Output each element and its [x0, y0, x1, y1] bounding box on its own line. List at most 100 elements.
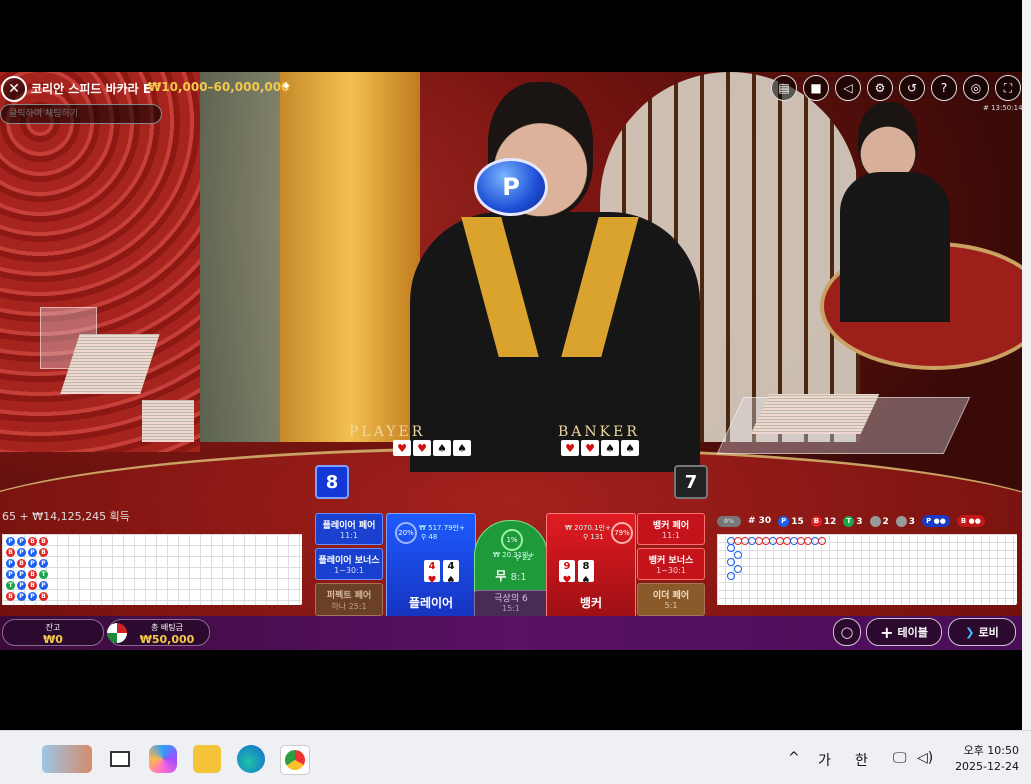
video-icon[interactable]: ■ [803, 75, 829, 101]
player-pair-bet[interactable]: 플레이어 페어 11:1 [315, 513, 383, 545]
chip-stack-button[interactable]: ◯ [833, 618, 861, 646]
bead-cell: P [28, 548, 37, 557]
table-card: ♠ [601, 440, 619, 456]
big-road[interactable] [717, 534, 1017, 605]
bead-cell: P [17, 570, 26, 579]
bead-road[interactable]: PBPPTBPPBPPPBPPBBPBBPTPB [2, 534, 302, 605]
table-card: ♥ [413, 440, 431, 456]
banker-card-1: 9 ♥ [559, 560, 575, 586]
table-card: ♠ [453, 440, 471, 456]
tie-wins: T3 [843, 515, 863, 527]
either-pair-bet[interactable]: 이더 페어 5:1 [637, 583, 705, 616]
wall-panel-gold [280, 72, 420, 442]
edge-icon[interactable] [237, 745, 265, 773]
perfect-pair-bet[interactable]: 퍼펙트 페어 하나 25:1 [315, 583, 383, 616]
network-icon[interactable]: 🖵 [893, 750, 907, 766]
bead-cell: B [39, 537, 48, 546]
stats-toggle[interactable]: 0% [717, 515, 741, 527]
file-explorer-icon[interactable] [193, 745, 221, 773]
either-pair-odds: 5:1 [664, 601, 678, 610]
tie-count: ⚲ 22 [515, 554, 532, 562]
banker-table-label: BANKER [558, 424, 640, 440]
toolbar: ▤ ■ ◁ ⚙ ↺ ? ◎ ⛶ [771, 75, 1021, 101]
either-pair-label: 이더 페어 [652, 591, 690, 601]
table-card: ♥ [561, 440, 579, 456]
banker-bonus-label: 뱅커 보너스 [648, 556, 694, 566]
chrome-icon[interactable] [280, 745, 310, 775]
balance-value: ₩0 [43, 633, 63, 646]
chip-icon [107, 623, 127, 643]
copilot-icon[interactable] [149, 745, 177, 773]
bead-cell: B [28, 581, 37, 590]
banker-dot-icon: B [810, 515, 822, 527]
dealer [410, 82, 700, 472]
player-bonus-label: 플레이어 보너스 [318, 556, 380, 566]
history-icon[interactable]: ↺ [899, 75, 925, 101]
banker-pair-odds: 11:1 [662, 531, 680, 540]
bead-cell: T [6, 581, 15, 590]
player-pair-odds: 11:1 [340, 531, 358, 540]
banker-bonus-bet[interactable]: 뱅커 보너스 1~30:1 [637, 548, 705, 580]
player-amount: ₩ 517.79만+ [419, 524, 465, 532]
total-bet-label: 총 배팅금 [151, 623, 183, 632]
bead-cell: B [39, 548, 48, 557]
sound-icon[interactable]: ◁ [835, 75, 861, 101]
banker-count: ⚲ 131 [583, 533, 604, 541]
table-card: ♥ [581, 440, 599, 456]
player-wins: P 15 [778, 515, 804, 527]
banker-wins: B 12 [810, 515, 836, 527]
tie-dot-icon: T [843, 515, 855, 527]
total-bet-display: 총 배팅금 ₩50,000 [107, 619, 210, 646]
bead-cell: P [17, 537, 26, 546]
fullscreen-exit-icon[interactable]: ◎ [963, 75, 989, 101]
bead-cell: B [6, 592, 15, 601]
volume-icon[interactable]: ◁) [917, 750, 933, 766]
round-id: # 13:50:14 [983, 104, 1023, 112]
ime-mode-2[interactable]: 한 [855, 750, 868, 770]
super6-odds: 15:1 [502, 604, 520, 613]
big-road-cell [818, 537, 826, 545]
player-bet[interactable]: 20% ₩ 517.79만+ ⚲ 48 4 ♥ 4 ♠ 플레이어 [386, 513, 476, 618]
table-card: ♠ [621, 440, 639, 456]
close-icon[interactable]: ✕ [1, 76, 27, 102]
add-table-button[interactable]: + 테이블 [866, 618, 942, 646]
lobby-button[interactable]: ❯ 로비 [948, 618, 1016, 646]
player-predict-pill[interactable]: P ●● [922, 515, 950, 527]
bet-limits[interactable]: ₩10,000–60,000,000 [148, 80, 289, 94]
super6-bet[interactable]: 극상의 6 15:1 [474, 590, 548, 618]
super6-label: 극상의 6 [494, 594, 528, 604]
bead-cell: B [28, 537, 37, 546]
banker-amount: ₩ 2070.1만+ [565, 524, 611, 532]
banker-bonus-odds: 1~30:1 [656, 566, 686, 575]
chat-icon[interactable]: ▤ [771, 75, 797, 101]
weather-widget-icon[interactable] [42, 745, 92, 773]
task-view-icon[interactable] [106, 745, 134, 773]
pair-dot-icon [895, 515, 907, 527]
bead-cell: P [28, 559, 37, 568]
bead-cell: P [6, 570, 15, 579]
settings-icon[interactable]: ⚙ [867, 75, 893, 101]
black-margin [0, 650, 1022, 730]
shoe-deck [750, 394, 880, 434]
help-icon[interactable]: ? [931, 75, 957, 101]
pin-icon[interactable]: ✦ [281, 79, 291, 93]
bead-cell: B [39, 592, 48, 601]
big-road-cell [734, 565, 742, 573]
tie-pct: 1% [501, 529, 523, 551]
player-bonus-bet[interactable]: 플레이어 보너스 1~30:1 [315, 548, 383, 580]
ime-mode-1[interactable]: 가 [818, 750, 831, 770]
big-road-cell [727, 558, 735, 566]
banker-pair-bet[interactable]: 뱅커 페어 11:1 [637, 513, 705, 545]
tie-bet[interactable]: 1% ₩ 20.31만+ ⚲ 22 무 8:1 [474, 520, 548, 592]
bead-cell: B [17, 559, 26, 568]
balance-label: 잔고 [45, 623, 61, 632]
winner-badge: P [474, 158, 548, 216]
clock-date: 2025-12-24 [955, 760, 1019, 773]
fullscreen-icon[interactable]: ⛶ [995, 75, 1021, 101]
banker-bet[interactable]: 79% ₩ 2070.1만+ ⚲ 131 9 ♥ 8 ♠ 뱅커 [546, 513, 636, 618]
perfect-pair-label: 퍼펙트 페어 [326, 591, 372, 601]
tray-chevron-icon[interactable]: ^ [788, 750, 800, 766]
system-clock[interactable]: 오후 10:50 2025-12-24 [955, 743, 1019, 775]
chat-input[interactable] [0, 104, 162, 124]
banker-predict-pill[interactable]: B ●● [956, 515, 985, 527]
